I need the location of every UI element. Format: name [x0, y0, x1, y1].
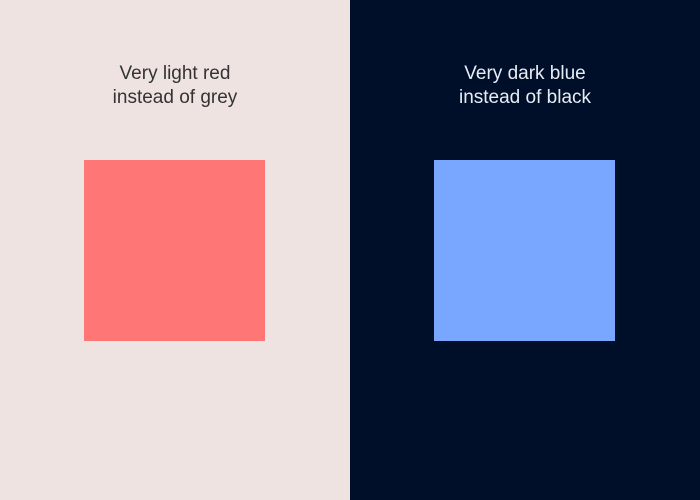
dark-blue-panel: Very dark blue instead of black — [350, 0, 700, 500]
comparison-canvas: Very light red instead of grey Very dark… — [0, 0, 700, 500]
red-color-swatch — [84, 160, 265, 341]
blue-color-swatch — [434, 160, 615, 341]
light-red-panel: Very light red instead of grey — [0, 0, 350, 500]
dark-blue-caption: Very dark blue instead of black — [458, 63, 592, 108]
light-red-caption: Very light red instead of grey — [112, 63, 238, 108]
